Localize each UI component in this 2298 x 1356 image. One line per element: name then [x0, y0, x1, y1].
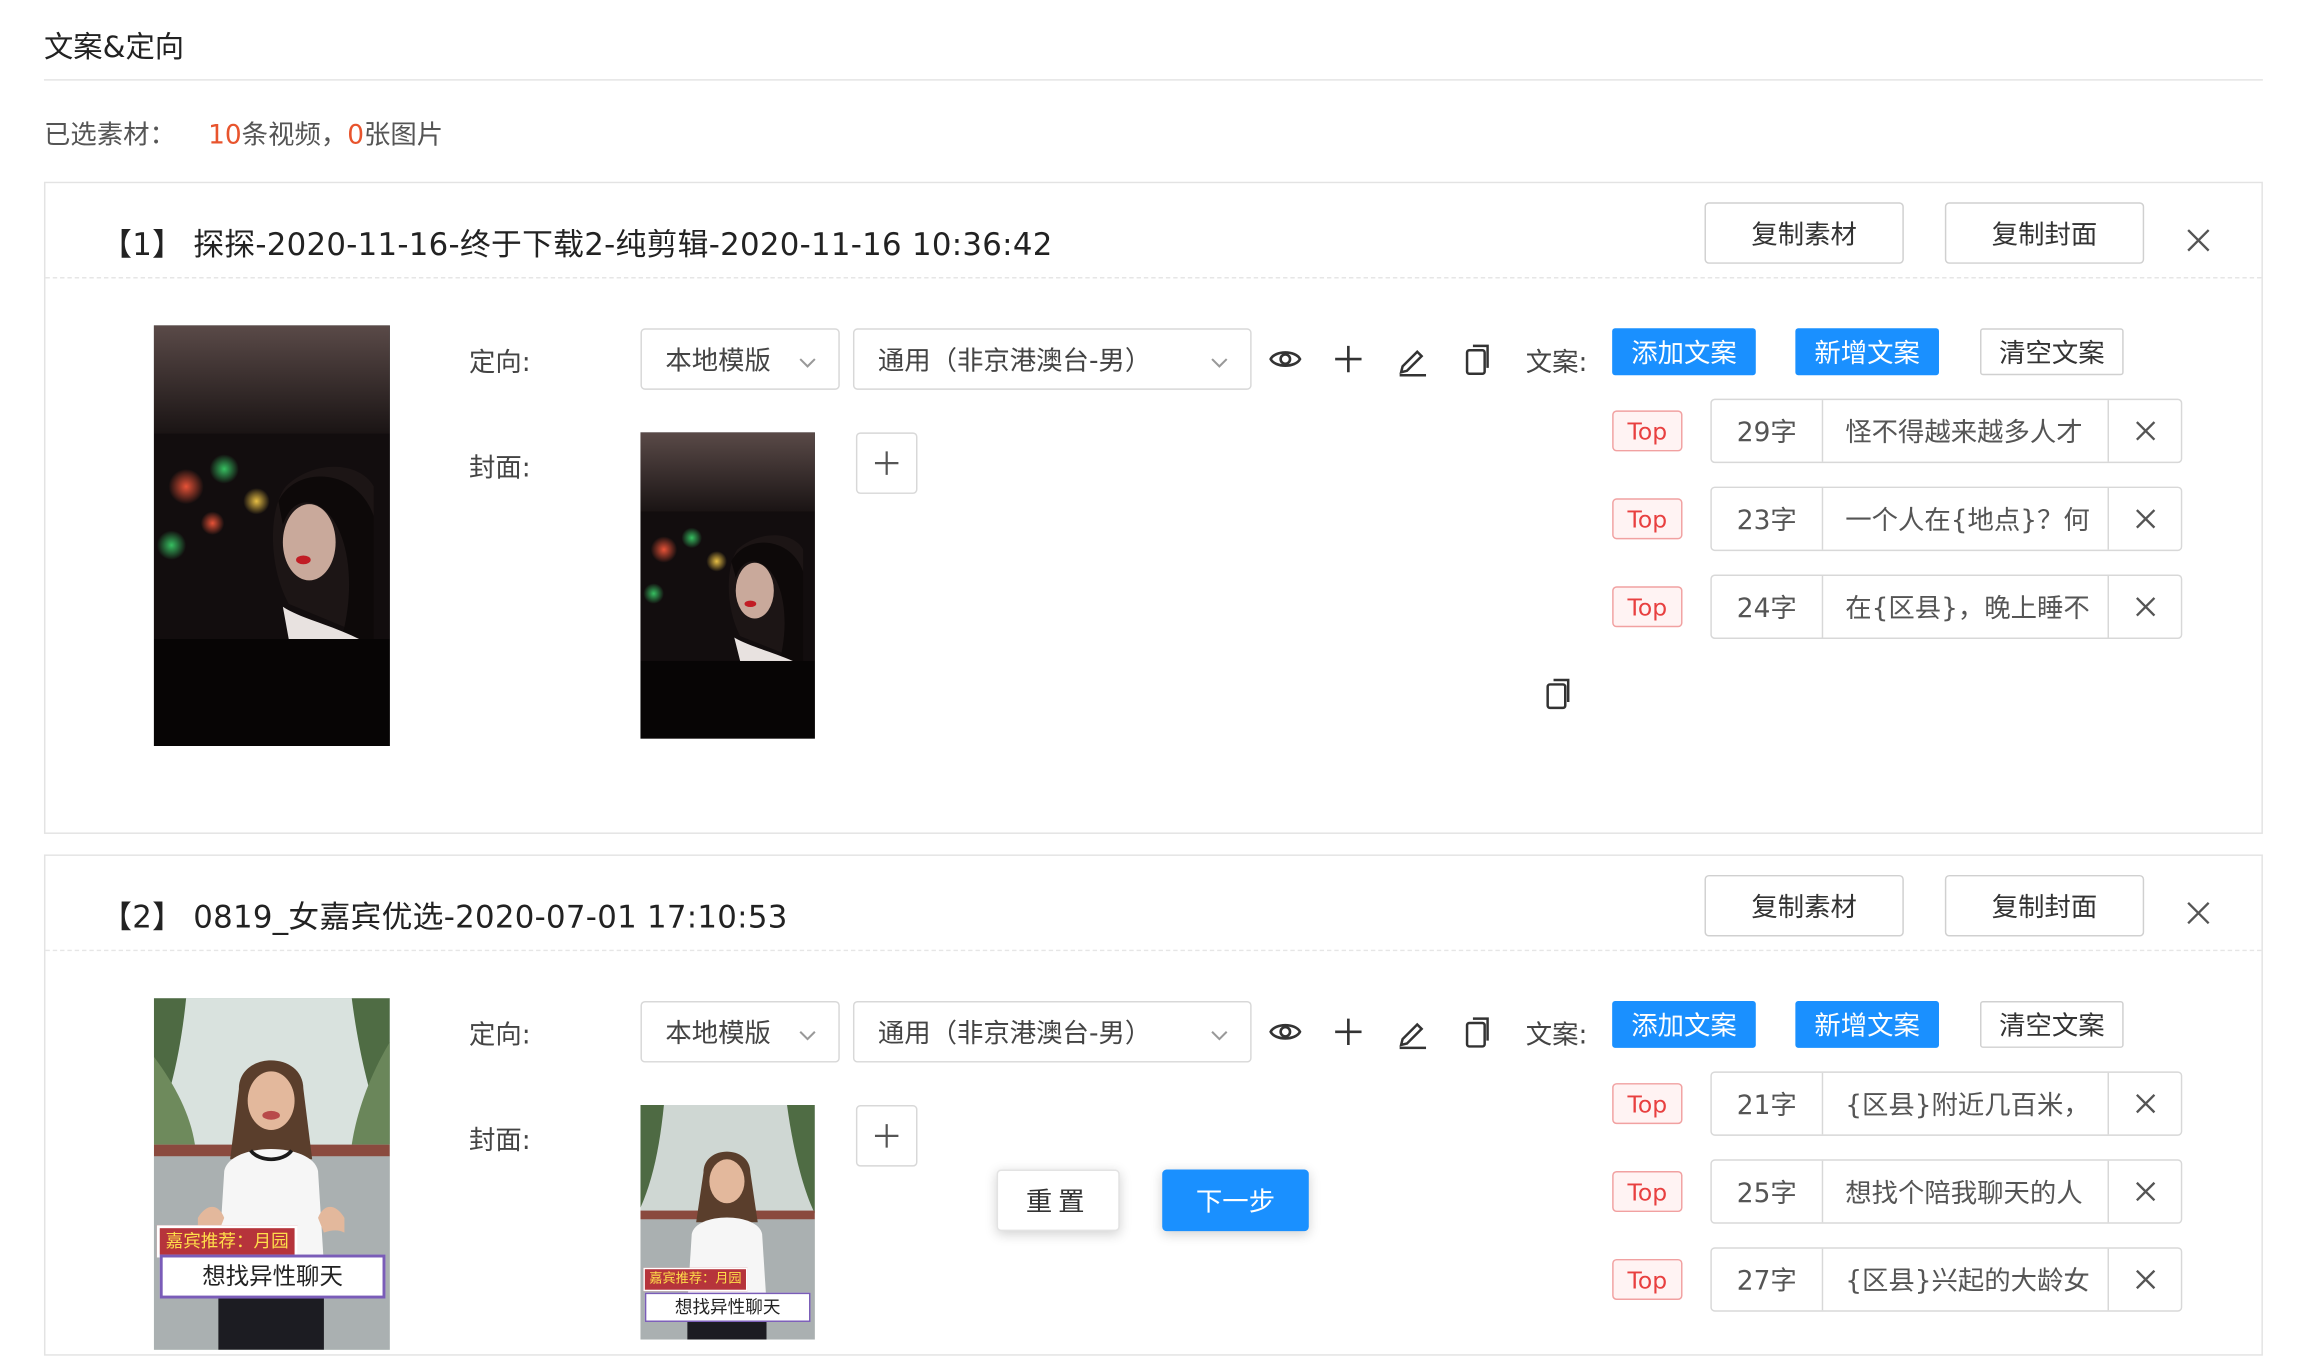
top-badge[interactable]: Top: [1612, 1083, 1683, 1125]
add-copy-button[interactable]: 添加文案: [1612, 328, 1756, 376]
reset-button[interactable]: 重置: [996, 1169, 1120, 1232]
new-copy-button[interactable]: 新增文案: [1795, 1001, 1939, 1048]
page-title: 文案&定向: [43, 29, 185, 65]
copy-text[interactable]: 一个人在{地点}？何: [1823, 488, 2109, 550]
title-divider: [43, 79, 2263, 81]
cover-label: 封面:: [468, 1125, 531, 1157]
audience-select-value: 通用（非京港澳台-男）: [877, 1018, 1152, 1050]
close-icon[interactable]: [2181, 895, 2216, 930]
video-thumbnail: [153, 325, 390, 746]
video-count: 10: [208, 120, 242, 151]
plus-icon[interactable]: [1331, 341, 1366, 376]
cover-thumbnail[interactable]: 嘉宾推荐：月园 想找异性聊天: [640, 1105, 815, 1340]
eye-icon[interactable]: [1268, 341, 1303, 376]
copy-cover-button[interactable]: 复制封面: [1944, 874, 2145, 937]
video-caption: 想找异性聊天: [159, 1254, 386, 1299]
copy-char-count: 23字: [1712, 488, 1824, 550]
add-cover-button[interactable]: [855, 432, 918, 494]
material-title: 【2】 0819_女嘉宾优选-2020-07-01 17:10:53: [101, 899, 788, 936]
copy-char-count: 29字: [1712, 400, 1824, 462]
chevron-down-icon: [797, 349, 818, 380]
copy-row: 21字 {区县}附近几百米，: [1710, 1071, 2183, 1136]
copy-material-button[interactable]: 复制素材: [1704, 874, 1904, 937]
card-divider: [45, 949, 2262, 952]
delete-copy-icon[interactable]: [2109, 400, 2181, 462]
copy-cover-button[interactable]: 复制封面: [1944, 202, 2145, 264]
copy-text[interactable]: 怪不得越来越多人才: [1823, 400, 2109, 462]
copy-text[interactable]: 在{区县}，晚上睡不: [1823, 575, 2109, 638]
template-select-value: 本地模版: [665, 345, 771, 377]
delete-copy-icon[interactable]: [2109, 1249, 2181, 1311]
copy-label: 文案:: [1525, 347, 1588, 379]
copy-icon[interactable]: [1460, 1014, 1495, 1049]
video-count-unit: 条视频，: [241, 120, 348, 151]
material-title: 【1】 探探-2020-11-16-终于下载2-纯剪辑-2020-11-16 1…: [101, 227, 1053, 263]
clear-copy-button[interactable]: 清空文案: [1980, 1001, 2124, 1048]
chevron-down-icon: [1209, 1022, 1230, 1053]
material-card-1: 【1】 探探-2020-11-16-终于下载2-纯剪辑-2020-11-16 1…: [43, 181, 2263, 834]
image-count-unit: 张图片: [363, 120, 444, 151]
eye-icon[interactable]: [1268, 1014, 1303, 1049]
next-step-button[interactable]: 下一步: [1162, 1169, 1309, 1232]
add-cover-button[interactable]: [855, 1105, 918, 1167]
copy-row: 29字 怪不得越来越多人才: [1710, 398, 2183, 464]
delete-copy-icon[interactable]: [2109, 576, 2181, 638]
audience-select[interactable]: 通用（非京港澳台-男）: [852, 1001, 1252, 1063]
audience-select-value: 通用（非京港澳台-男）: [877, 345, 1152, 377]
cover-thumbnail[interactable]: [640, 432, 815, 739]
targeting-label: 定向:: [468, 1020, 531, 1051]
selection-summary: 已选素材： 10条视频，0张图片: [44, 114, 443, 152]
copy-char-count: 25字: [1712, 1160, 1824, 1223]
copy-char-count: 27字: [1712, 1248, 1824, 1311]
copy-char-count: 24字: [1712, 575, 1824, 638]
video-caption: 想找异性聊天: [644, 1292, 811, 1322]
template-select[interactable]: 本地模版: [640, 328, 840, 390]
caption-tag: 嘉宾推荐：月园: [156, 1225, 298, 1258]
delete-copy-icon[interactable]: [2109, 1161, 2181, 1223]
chevron-down-icon: [797, 1022, 818, 1053]
copy-label: 文案:: [1525, 1020, 1588, 1051]
delete-copy-icon[interactable]: [2109, 488, 2181, 550]
image-count: 0: [347, 120, 364, 151]
copy-row: 23字 一个人在{地点}？何: [1710, 486, 2183, 552]
copy-icon[interactable]: [1460, 341, 1495, 376]
targeting-label: 定向:: [468, 347, 531, 379]
summary-label: 已选素材：: [43, 120, 176, 151]
copy-char-count: 21字: [1712, 1072, 1824, 1135]
new-copy-button[interactable]: 新增文案: [1795, 328, 1939, 376]
top-badge[interactable]: Top: [1612, 586, 1683, 628]
chevron-down-icon: [1209, 349, 1230, 380]
template-select-value: 本地模版: [665, 1018, 771, 1050]
video-thumbnail: 嘉宾推荐：月园 想找异性聊天: [153, 998, 390, 1350]
material-card-2: 【2】 0819_女嘉宾优选-2020-07-01 17:10:53 复制素材 …: [43, 854, 2263, 1356]
copy-row: 25字 想找个陪我聊天的人: [1710, 1159, 2183, 1224]
edit-icon[interactable]: [1395, 1014, 1430, 1050]
copy-material-button[interactable]: 复制素材: [1704, 202, 1904, 264]
copy-text[interactable]: 想找个陪我聊天的人: [1823, 1160, 2109, 1223]
copy-text[interactable]: {区县}兴起的大龄女: [1823, 1248, 2109, 1311]
copy-icon[interactable]: [1540, 676, 1575, 711]
copy-text[interactable]: {区县}附近几百米，: [1823, 1072, 2109, 1135]
audience-select[interactable]: 通用（非京港澳台-男）: [852, 328, 1252, 390]
copy-row: 27字 {区县}兴起的大龄女: [1710, 1247, 2183, 1312]
close-icon[interactable]: [2181, 223, 2216, 258]
caption-tag: 嘉宾推荐：月园: [643, 1267, 748, 1292]
add-copy-button[interactable]: 添加文案: [1612, 1001, 1756, 1048]
top-badge[interactable]: Top: [1612, 1258, 1683, 1300]
plus-icon[interactable]: [1331, 1014, 1366, 1049]
top-badge[interactable]: Top: [1612, 498, 1683, 540]
delete-copy-icon[interactable]: [2109, 1073, 2181, 1135]
template-select[interactable]: 本地模版: [640, 1001, 840, 1063]
edit-icon[interactable]: [1395, 341, 1430, 377]
top-badge[interactable]: Top: [1612, 1171, 1683, 1213]
copy-row: 24字 在{区县}，晚上睡不: [1710, 574, 2183, 640]
clear-copy-button[interactable]: 清空文案: [1980, 328, 2124, 376]
cover-label: 封面:: [468, 452, 531, 484]
card-divider: [45, 276, 2262, 279]
top-badge[interactable]: Top: [1612, 410, 1683, 452]
